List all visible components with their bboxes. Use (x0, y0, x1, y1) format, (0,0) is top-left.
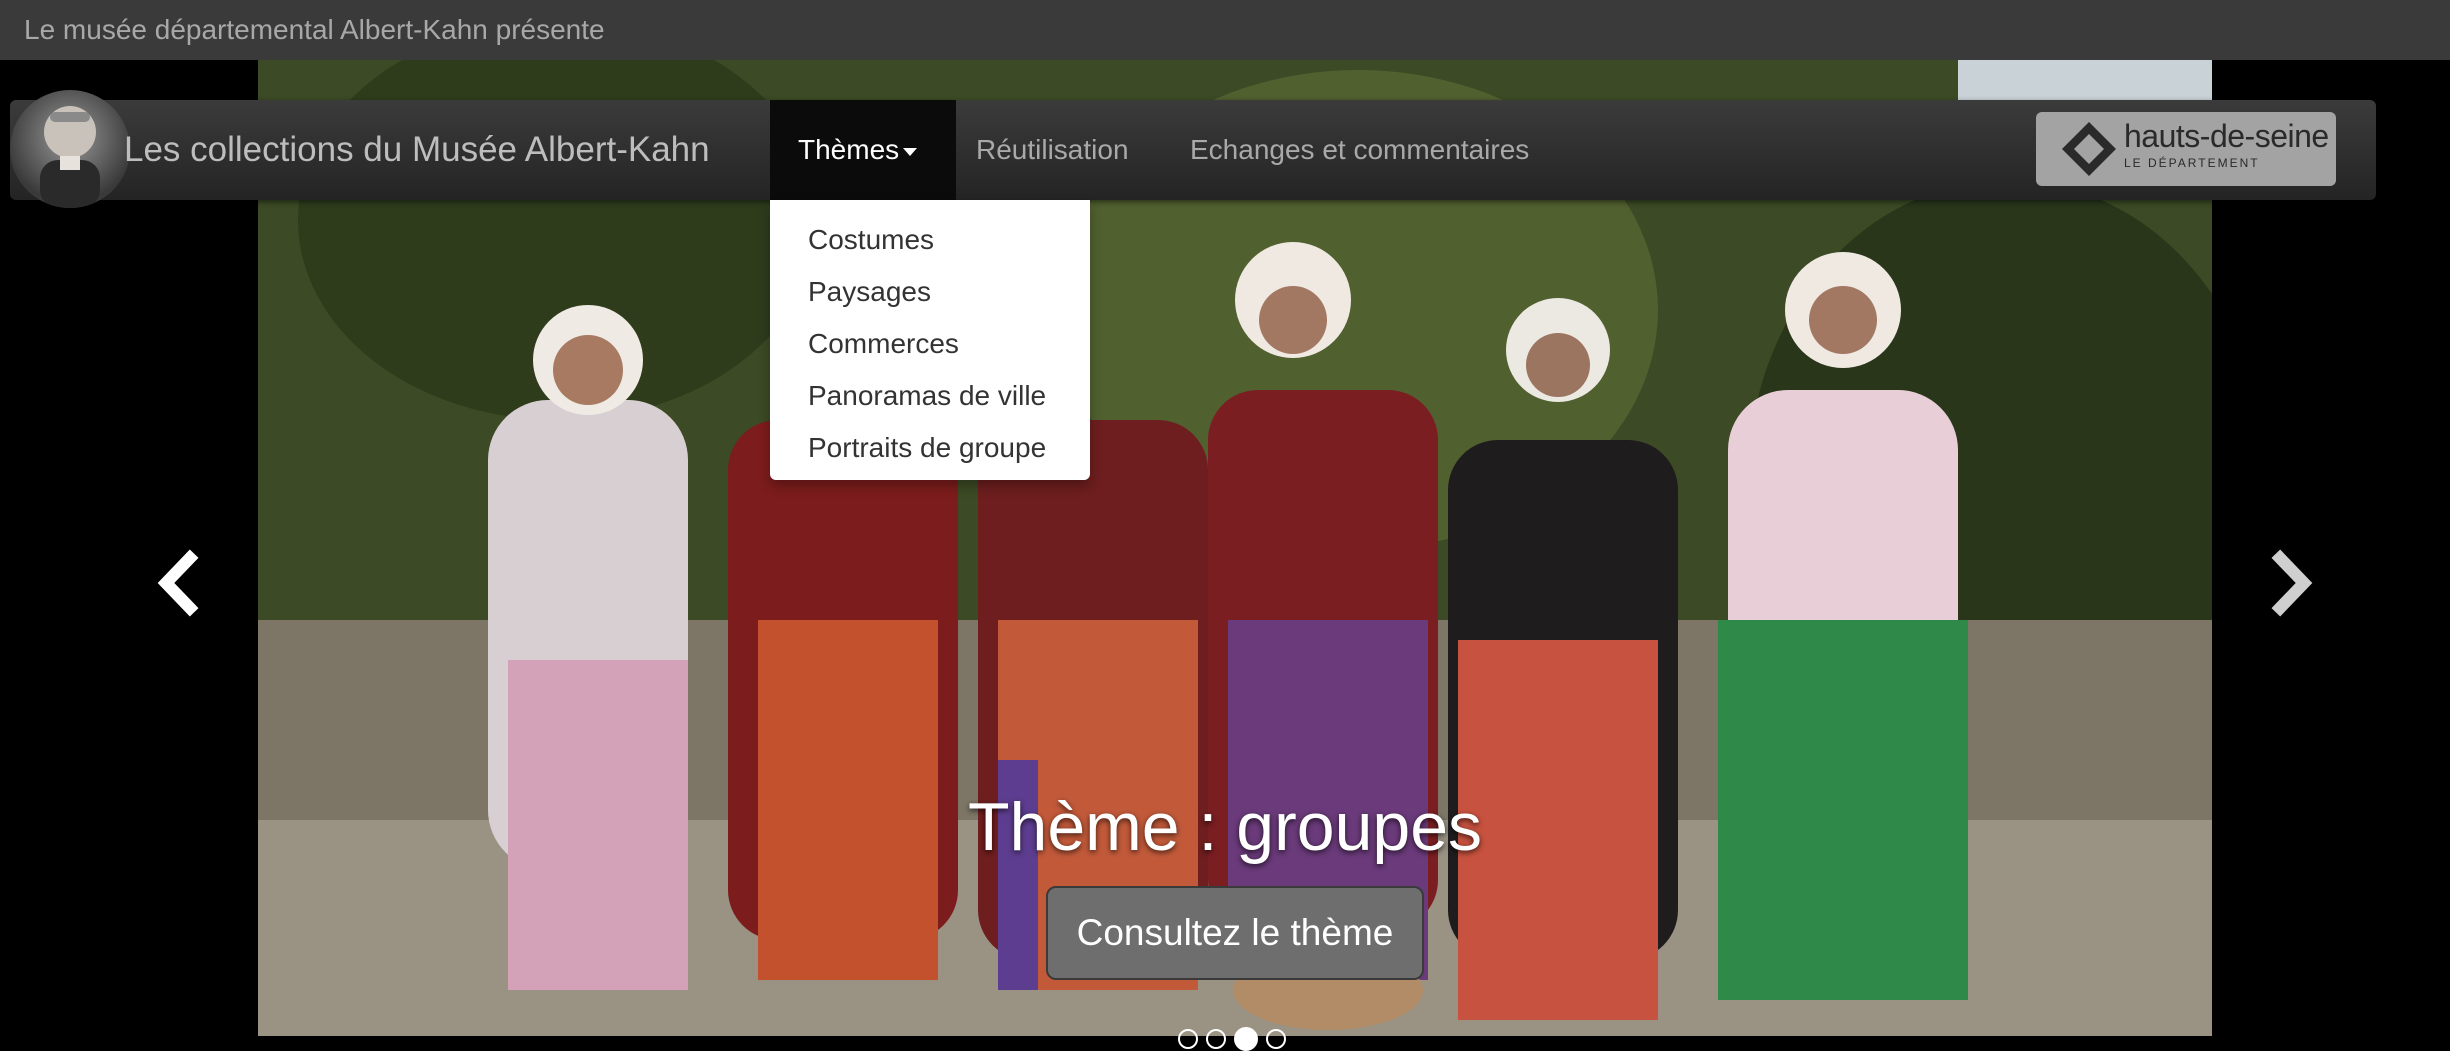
carousel: Thème : groupes Consultez le thème (0, 60, 2450, 1051)
nav-item-reutilisation[interactable]: Réutilisation (976, 100, 1129, 200)
indicator-dot-2[interactable] (1206, 1029, 1226, 1049)
consult-theme-button[interactable]: Consultez le thème (1046, 886, 1424, 980)
indicator-dot-3[interactable] (1234, 1027, 1258, 1051)
site-brand-link[interactable]: Les collections du Musée Albert-Kahn (124, 100, 710, 200)
indicator-dot-1[interactable] (1178, 1029, 1198, 1049)
nav-item-echanges[interactable]: Echanges et commentaires (1190, 100, 1529, 200)
logo-subtext: LE DÉPARTEMENT (2124, 156, 2260, 170)
themes-dropdown-menu: Costumes Paysages Commerces Panoramas de… (770, 200, 1090, 480)
nav-item-themes-label: Thèmes (798, 134, 900, 165)
museum-banner: Le musée départemental Albert-Kahn prése… (0, 0, 2450, 60)
chevron-left-icon (157, 549, 199, 617)
dropdown-item-paysages[interactable]: Paysages (770, 266, 1090, 318)
logo-text: hauts-de-seine (2124, 118, 2329, 154)
chevron-right-icon (2271, 549, 2313, 617)
slide-caption: Thème : groupes (967, 789, 1483, 865)
carousel-indicators (1178, 1027, 1286, 1051)
dropdown-item-commerces[interactable]: Commerces (770, 318, 1090, 370)
caret-down-icon (903, 147, 918, 156)
indicator-dot-4[interactable] (1266, 1029, 1286, 1049)
dropdown-item-portraits[interactable]: Portraits de groupe (770, 422, 1090, 474)
albert-kahn-avatar (10, 90, 130, 208)
carousel-next-button[interactable] (2262, 538, 2322, 628)
main-navbar: Les collections du Musée Albert-Kahn Thè… (10, 90, 2376, 208)
banner-text: Le musée départemental Albert-Kahn prése… (24, 14, 605, 45)
nav-item-themes[interactable]: Thèmes (770, 100, 956, 200)
carousel-prev-button[interactable] (148, 538, 208, 628)
hauts-de-seine-logo[interactable]: hauts-de-seine LE DÉPARTEMENT (2036, 112, 2336, 186)
dropdown-item-costumes[interactable]: Costumes (770, 214, 1090, 266)
dropdown-item-panoramas[interactable]: Panoramas de ville (770, 370, 1090, 422)
diamond-logo-icon (2062, 122, 2116, 176)
